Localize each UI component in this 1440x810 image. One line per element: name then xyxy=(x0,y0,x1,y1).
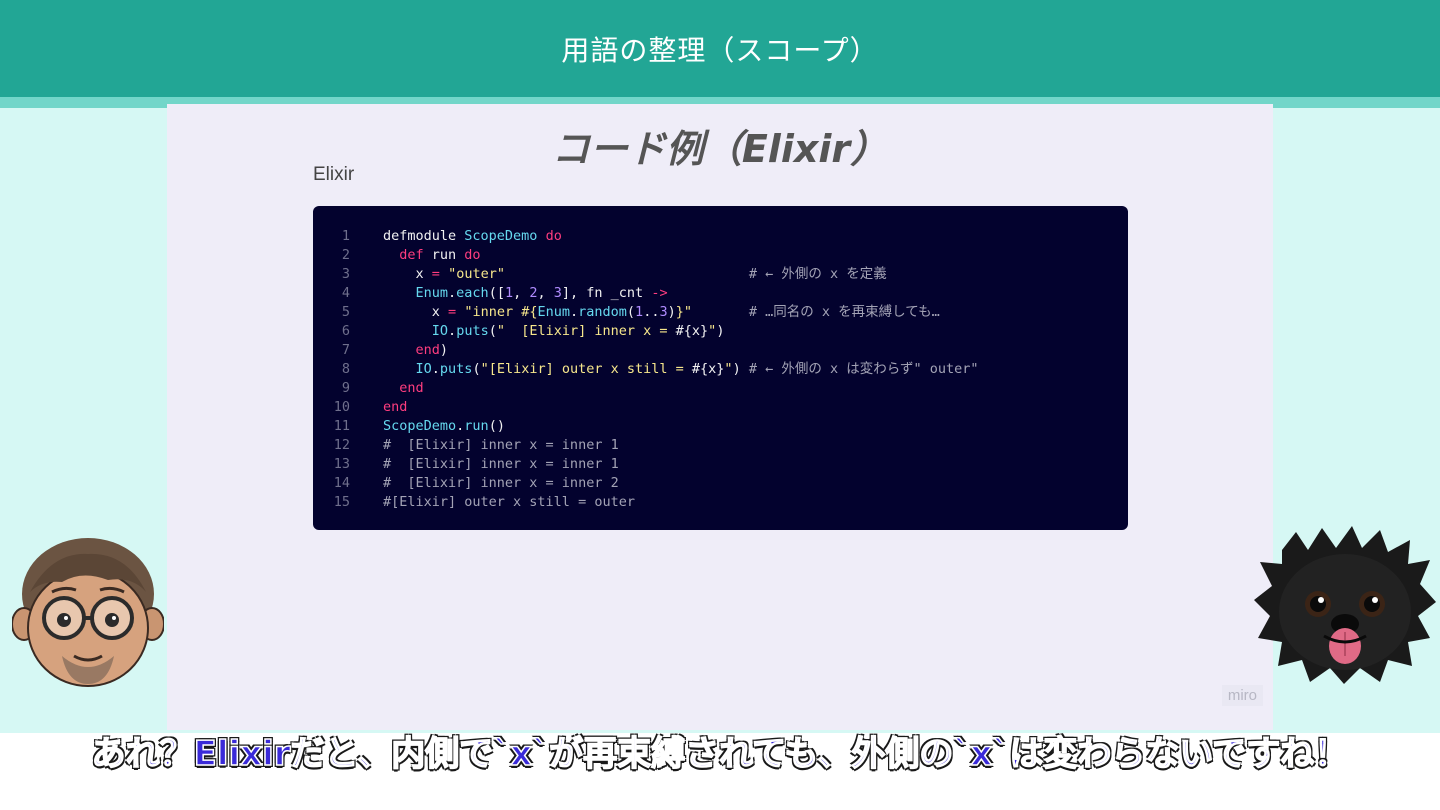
code-block: 1 defmodule ScopeDemo do 2 def run do 3 x… xyxy=(313,206,1128,530)
language-label: Elixir xyxy=(313,164,355,185)
line-number: 12 xyxy=(333,437,350,453)
subtitle-caption: あれ？Elixirだと、内側で`x`が再束縛されても、外側の`x`は変わらないで… xyxy=(91,733,1349,775)
code-line: 10 end xyxy=(313,398,1128,417)
code-line: 9 end xyxy=(313,379,1128,398)
line-number: 15 xyxy=(333,494,350,510)
code-line: 11 ScopeDemo.run() xyxy=(313,417,1128,436)
line-number: 3 xyxy=(341,266,350,282)
code-line: 1 defmodule ScopeDemo do xyxy=(313,227,1128,246)
line-number: 6 xyxy=(341,323,350,339)
line-number: 10 xyxy=(333,399,350,415)
line-number: 14 xyxy=(333,475,350,491)
line-number: 9 xyxy=(341,380,350,396)
line-number: 1 xyxy=(341,228,350,244)
line-number: 11 xyxy=(333,418,350,434)
code-line: 13 # [Elixir] inner x = inner 1 xyxy=(313,455,1128,474)
code-line: 14 # [Elixir] inner x = inner 2 xyxy=(313,474,1128,493)
code-line: 6 IO.puts(" [Elixir] inner x = #{x}") xyxy=(313,322,1128,341)
code-line: 4 Enum.each([1, 2, 3], fn _cnt -> xyxy=(313,284,1128,303)
line-number: 13 xyxy=(333,456,350,472)
line-number: 4 xyxy=(341,285,350,301)
line-number: 7 xyxy=(341,342,350,358)
code-line: 7 end) xyxy=(313,341,1128,360)
page-title: 用語の整理（スコープ） xyxy=(561,33,879,67)
code-line: 15 #[Elixir] outer x still = outer xyxy=(313,493,1128,512)
line-number: 5 xyxy=(341,304,350,320)
code-line: 3 x = "outer" # ← 外側の x を定義 xyxy=(313,265,1128,284)
line-number: 8 xyxy=(341,361,350,377)
header-bar: 用語の整理（スコープ） xyxy=(0,0,1440,97)
code-line: 12 # [Elixir] inner x = inner 1 xyxy=(313,436,1128,455)
code-line: 2 def run do xyxy=(313,246,1128,265)
person-avatar-icon xyxy=(12,538,164,687)
code-line: 8 IO.puts("[Elixir] outer x still = #{x}… xyxy=(313,360,1128,379)
code-line: 5 x = "inner #{Enum.random(1..3)}" # …同名… xyxy=(313,303,1128,322)
slide-panel: コード例（Elixir） Elixir 1 defmodule ScopeDemo… xyxy=(167,104,1273,730)
dog-avatar-icon xyxy=(1254,526,1436,684)
line-number: 2 xyxy=(341,247,350,263)
